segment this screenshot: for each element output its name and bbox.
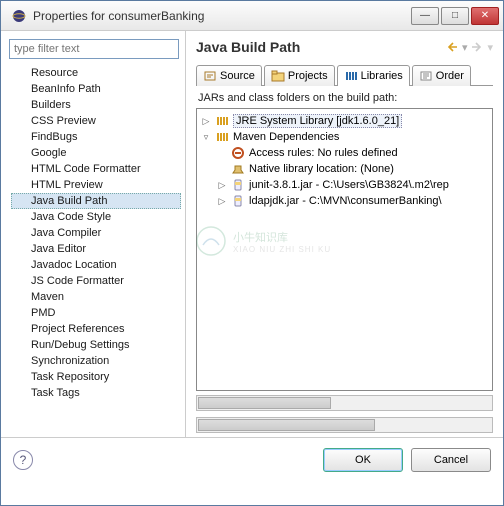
rule-icon [231,146,245,160]
nav-item-task-tags[interactable]: Task Tags [11,385,181,401]
titlebar: Properties for consumerBanking — □ ✕ [1,1,503,31]
forward-button [469,39,485,55]
nav-item-run-debug-settings[interactable]: Run/Debug Settings [11,337,181,353]
nav-list: ResourceBeanInfo PathBuildersCSS Preview… [5,65,181,401]
twisty-icon[interactable]: ▷ [217,196,227,206]
twisty-icon [217,148,227,158]
twisty-icon[interactable]: ▷ [201,116,211,126]
nav-item-google[interactable]: Google [11,145,181,161]
twisty-icon[interactable]: ▿ [201,132,211,142]
tree-label: junit-3.8.1.jar - C:\Users\GB3824\.m2\re… [249,179,449,191]
tree-hscrollbar[interactable] [196,395,493,411]
source-icon [203,69,217,83]
back-button[interactable] [444,39,460,55]
page-title: Java Build Path [196,39,442,55]
nav-item-java-code-style[interactable]: Java Code Style [11,209,181,225]
eclipse-icon [11,8,27,24]
projects-icon [271,69,285,83]
tree-row[interactable]: Native library location: (None) [201,161,488,177]
tree-label: Maven Dependencies [233,131,339,143]
library-icon [215,130,229,144]
footer: ? OK Cancel [1,437,503,481]
nav-item-findbugs[interactable]: FindBugs [11,129,181,145]
nav-item-java-compiler[interactable]: Java Compiler [11,225,181,241]
nav-separator-2: ▾ [487,41,493,54]
minimize-button[interactable]: — [411,7,439,25]
tab-bar: SourceProjectsLibrariesOrder [196,65,493,86]
nav-item-java-build-path[interactable]: Java Build Path [11,193,181,209]
libraries-tree[interactable]: ▷ JRE System Library [jdk1.6.0_21] ▿ Maven … [196,108,493,391]
jar-icon [231,194,245,208]
tab-libraries[interactable]: Libraries [337,65,410,86]
nav-panel: ResourceBeanInfo PathBuildersCSS Preview… [1,31,186,437]
nav-item-pmd[interactable]: PMD [11,305,181,321]
window-buttons: — □ ✕ [411,7,499,25]
tab-projects[interactable]: Projects [264,65,335,86]
cancel-button[interactable]: Cancel [411,448,491,472]
page-panel: Java Build Path ▾ ▾ SourceProjectsLibrar… [186,31,503,437]
panel-label: JARs and class folders on the build path… [198,92,493,104]
nav-item-html-code-formatter[interactable]: HTML Code Formatter [11,161,181,177]
nav-item-js-code-formatter[interactable]: JS Code Formatter [11,273,181,289]
window-title: Properties for consumerBanking [33,9,411,23]
panel-hscrollbar[interactable] [196,417,493,433]
tree-label: Native library location: (None) [249,163,394,175]
help-button[interactable]: ? [13,450,33,470]
scrollbar-thumb[interactable] [198,397,331,409]
twisty-icon[interactable]: ▷ [217,180,227,190]
nav-separator: ▾ [462,41,468,54]
nav-item-maven[interactable]: Maven [11,289,181,305]
content: ResourceBeanInfo PathBuildersCSS Preview… [1,31,503,437]
nav-item-java-editor[interactable]: Java Editor [11,241,181,257]
nav-item-synchronization[interactable]: Synchronization [11,353,181,369]
nav-item-resource[interactable]: Resource [11,65,181,81]
page-header: Java Build Path ▾ ▾ [196,39,493,55]
twisty-icon [217,164,227,174]
tab-order[interactable]: Order [412,65,471,86]
nav-item-beaninfo-path[interactable]: BeanInfo Path [11,81,181,97]
nav-item-html-preview[interactable]: HTML Preview [11,177,181,193]
jar-icon [231,178,245,192]
nav-item-css-preview[interactable]: CSS Preview [11,113,181,129]
tree-row[interactable]: Access rules: No rules defined [201,145,488,161]
tree-row[interactable]: ▷ ldapjdk.jar - C:\MVN\consumerBanking\ [201,193,488,209]
tree-row[interactable]: ▷ JRE System Library [jdk1.6.0_21] [201,113,488,129]
tree-row[interactable]: ▿ Maven Dependencies [201,129,488,145]
order-icon [419,69,433,83]
scrollbar-thumb[interactable] [198,419,375,431]
nav-item-task-repository[interactable]: Task Repository [11,369,181,385]
filter-input[interactable] [9,39,179,59]
nav-item-builders[interactable]: Builders [11,97,181,113]
native-icon [231,162,245,176]
libraries-icon [344,69,358,83]
library-icon [215,114,229,128]
nav-item-project-references[interactable]: Project References [11,321,181,337]
tree-label: Access rules: No rules defined [249,147,398,159]
tree-row[interactable]: ▷ junit-3.8.1.jar - C:\Users\GB3824\.m2\r… [201,177,488,193]
nav-item-javadoc-location[interactable]: Javadoc Location [11,257,181,273]
tree-label: ldapjdk.jar - C:\MVN\consumerBanking\ [249,195,442,207]
ok-button[interactable]: OK [323,448,403,472]
close-button[interactable]: ✕ [471,7,499,25]
maximize-button[interactable]: □ [441,7,469,25]
tree-label: JRE System Library [jdk1.6.0_21] [233,114,402,128]
tab-source[interactable]: Source [196,65,262,86]
